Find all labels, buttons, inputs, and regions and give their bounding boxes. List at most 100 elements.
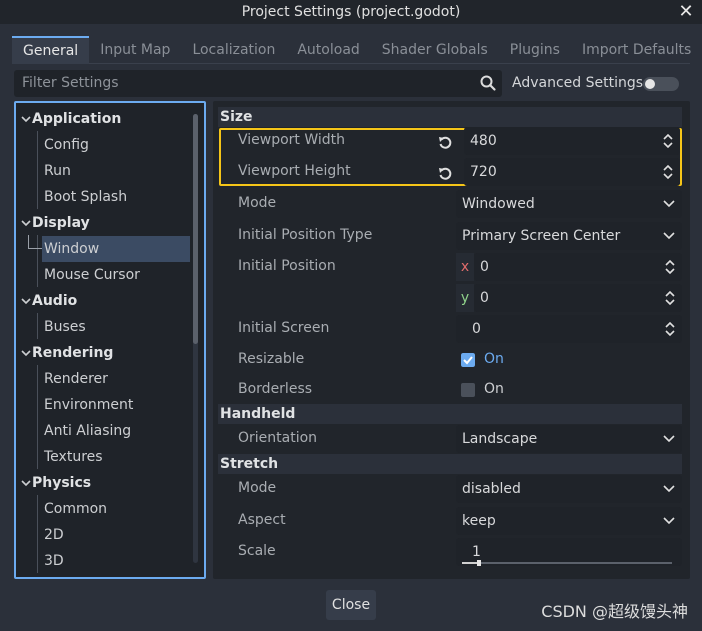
tab-general[interactable]: General <box>12 36 90 64</box>
chevron-down-icon[interactable] <box>21 114 31 124</box>
toggle-knob <box>645 79 655 89</box>
tree-guide-line <box>37 235 38 287</box>
orientation-dropdown[interactable]: Landscape <box>456 425 682 453</box>
chevron-down-icon <box>663 232 675 240</box>
tree-item-window[interactable]: Window <box>42 236 190 262</box>
initial-position-label: Initial Position <box>238 258 336 274</box>
y-axis-label: y <box>456 284 474 312</box>
initial-position-y-value: 0 <box>480 290 489 306</box>
tree-guide-line <box>37 131 38 209</box>
chevron-down-icon <box>663 517 675 525</box>
scale-value: 1 <box>472 544 481 560</box>
tab-plugins[interactable]: Plugins <box>499 36 571 64</box>
tree-scrollbar-thumb[interactable] <box>193 114 198 344</box>
aspect-label: Aspect <box>238 512 286 528</box>
viewport-height-label: Viewport Height <box>238 163 351 179</box>
tree-guide-line <box>37 313 38 339</box>
borderless-label: Borderless <box>238 381 313 397</box>
resizable-on-text[interactable]: On <box>484 351 504 367</box>
tree-item-run[interactable]: Run <box>44 158 71 184</box>
aspect-value: keep <box>462 513 496 529</box>
initial-screen-value: 0 <box>472 321 481 337</box>
initial-screen-label: Initial Screen <box>238 320 330 336</box>
tree-item-common[interactable]: Common <box>44 496 107 522</box>
chevron-down-icon[interactable] <box>21 218 31 228</box>
tab-shader-globals[interactable]: Shader Globals <box>371 36 499 64</box>
tree-category-application[interactable]: Application <box>32 106 121 132</box>
viewport-height-value: 720 <box>470 164 497 180</box>
stretch-mode-value: disabled <box>462 481 521 497</box>
tree-item-2d[interactable]: 2D <box>44 522 64 548</box>
scale-slider-track[interactable] <box>462 562 672 564</box>
initial-screen-input[interactable]: 0 <box>456 315 682 343</box>
spin-arrows-icon[interactable] <box>663 133 673 149</box>
initial-position-x-value: 0 <box>480 259 489 275</box>
tree-item-config[interactable]: Config <box>44 132 89 158</box>
close-button[interactable]: Close <box>326 590 376 620</box>
chevron-down-icon <box>663 485 675 493</box>
spin-arrows-icon[interactable] <box>665 321 675 337</box>
viewport-width-value: 480 <box>470 133 497 149</box>
tree-category-audio[interactable]: Audio <box>32 288 77 314</box>
revert-icon[interactable] <box>437 165 453 181</box>
stretch-mode-dropdown[interactable]: disabled <box>456 475 682 503</box>
tree-item-boot-splash[interactable]: Boot Splash <box>44 184 127 210</box>
tree-item-mouse-cursor[interactable]: Mouse Cursor <box>44 262 140 288</box>
tree-branch-line <box>28 248 42 249</box>
section-size[interactable]: Size <box>218 107 682 127</box>
viewport-width-input[interactable]: 480 <box>464 127 680 155</box>
revert-icon[interactable] <box>437 134 453 150</box>
watermark-text: CSDN @超级馒头神 <box>541 602 688 621</box>
filter-settings-input[interactable] <box>14 70 502 97</box>
viewport-height-input[interactable]: 720 <box>464 158 680 186</box>
tree-item-textures[interactable]: Textures <box>44 444 103 470</box>
tree-category-display[interactable]: Display <box>32 210 90 236</box>
tree-category-physics[interactable]: Physics <box>32 470 91 496</box>
tree-item-renderer[interactable]: Renderer <box>44 366 108 392</box>
spin-arrows-icon[interactable] <box>665 290 675 306</box>
initial-position-type-dropdown[interactable]: Primary Screen Center <box>456 222 682 250</box>
tab-input-map[interactable]: Input Map <box>89 36 181 64</box>
mode-value: Windowed <box>462 196 535 212</box>
mode-dropdown[interactable]: Windowed <box>456 190 682 218</box>
search-icon[interactable] <box>479 74 497 92</box>
section-stretch[interactable]: Stretch <box>218 454 682 474</box>
scale-slider-handle[interactable] <box>477 560 481 566</box>
advanced-settings-toggle[interactable] <box>643 77 679 91</box>
borderless-checkbox[interactable] <box>461 383 475 397</box>
mode-label: Mode <box>238 195 277 211</box>
initial-position-type-value: Primary Screen Center <box>462 228 621 244</box>
viewport-width-label: Viewport Width <box>238 132 346 148</box>
tab-bar: General Input Map Localization Autoload … <box>12 36 691 64</box>
section-handheld[interactable]: Handheld <box>218 404 682 424</box>
tab-localization[interactable]: Localization <box>181 36 286 64</box>
orientation-value: Landscape <box>462 431 538 447</box>
initial-position-y-input[interactable]: 0 <box>474 284 682 312</box>
chevron-down-icon[interactable] <box>21 296 31 306</box>
close-icon[interactable]: ✕ <box>676 0 696 24</box>
advanced-settings-label: Advanced Settings <box>512 75 644 91</box>
tree-branch-line <box>28 235 29 249</box>
borderless-on-text[interactable]: On <box>484 381 504 397</box>
tree-item-environment[interactable]: Environment <box>44 392 133 418</box>
tree-category-rendering[interactable]: Rendering <box>32 340 113 366</box>
spin-arrows-icon[interactable] <box>663 164 673 180</box>
chevron-down-icon[interactable] <box>21 478 31 488</box>
tab-autoload[interactable]: Autoload <box>286 36 370 64</box>
orientation-label: Orientation <box>238 430 318 446</box>
spin-arrows-icon[interactable] <box>665 259 675 275</box>
initial-position-type-label: Initial Position Type <box>238 227 373 243</box>
aspect-dropdown[interactable]: keep <box>456 507 682 535</box>
tree-item-3d[interactable]: 3D <box>44 548 64 574</box>
window-titlebar: Project Settings (project.godot) <box>0 0 702 24</box>
chevron-down-icon <box>663 435 675 443</box>
initial-position-x-input[interactable]: 0 <box>474 253 682 281</box>
resizable-checkbox[interactable] <box>461 353 475 367</box>
window-title: Project Settings (project.godot) <box>241 4 461 20</box>
tree-guide-line <box>37 495 38 573</box>
tree-item-anti-aliasing[interactable]: Anti Aliasing <box>44 418 131 444</box>
tree-item-buses[interactable]: Buses <box>44 314 86 340</box>
chevron-down-icon[interactable] <box>21 348 31 358</box>
tab-import-defaults[interactable]: Import Defaults <box>571 36 702 64</box>
stretch-mode-label: Mode <box>238 480 277 496</box>
